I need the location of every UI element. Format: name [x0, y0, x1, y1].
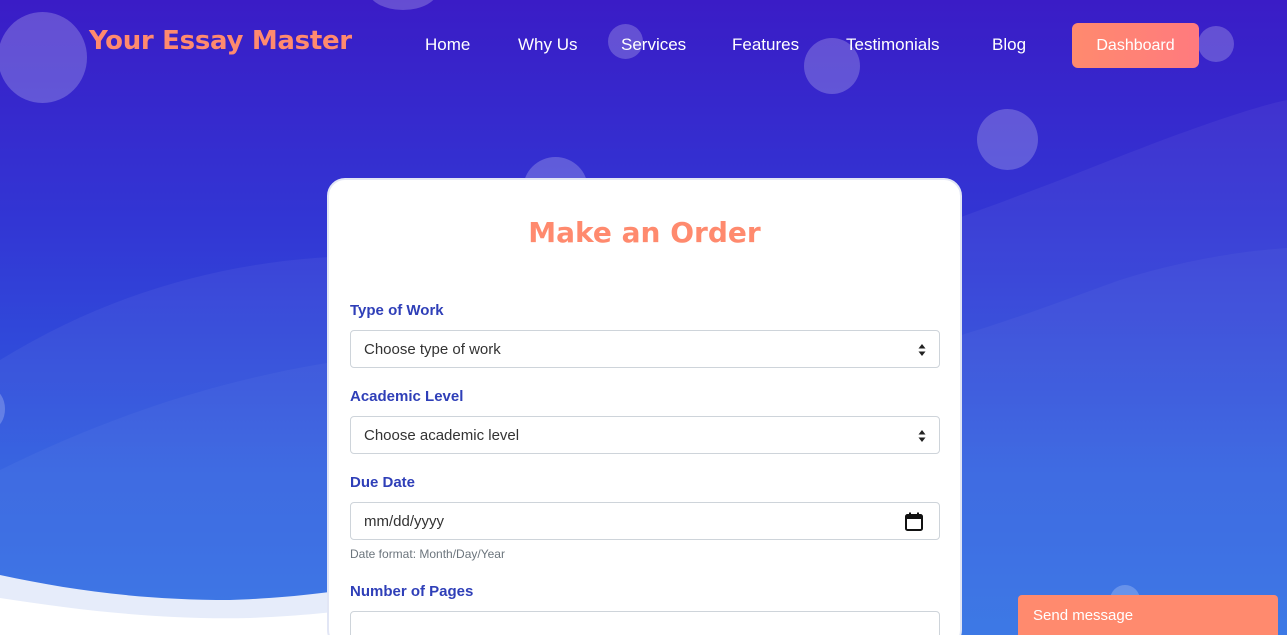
due-date-placeholder: mm/dd/yyyy: [364, 512, 445, 530]
nav-link-services[interactable]: Services: [621, 35, 686, 55]
dashboard-button[interactable]: Dashboard: [1072, 23, 1199, 68]
order-form-title: Make an Order: [528, 216, 761, 249]
academic-level-value: Choose academic level: [364, 426, 520, 444]
nav-link-features[interactable]: Features: [732, 35, 799, 55]
due-date-input[interactable]: mm/dd/yyyy: [350, 502, 940, 540]
select-arrows-icon: [918, 344, 926, 356]
nav-link-blog[interactable]: Blog: [992, 35, 1026, 55]
due-date-hint: Date format: Month/Day/Year: [350, 547, 505, 561]
send-message-widget[interactable]: Send message: [1018, 595, 1278, 635]
due-date-label: Due Date: [350, 474, 416, 491]
number-of-pages-input[interactable]: [350, 611, 940, 635]
type-of-work-value: Choose type of work: [364, 340, 501, 358]
academic-level-select[interactable]: Choose academic level: [350, 416, 940, 454]
nav-link-why-us[interactable]: Why Us: [518, 35, 578, 55]
nav-link-testimonials[interactable]: Testimonials: [846, 35, 940, 55]
number-of-pages-label: Number of Pages: [350, 583, 474, 600]
order-form-card: Make an Order Type of Work Choose type o…: [327, 178, 962, 635]
type-of-work-select[interactable]: Choose type of work: [350, 330, 940, 368]
nav-link-home[interactable]: Home: [425, 35, 470, 55]
select-arrows-icon: [918, 430, 926, 442]
academic-level-label: Academic Level: [350, 388, 464, 405]
type-of-work-label: Type of Work: [350, 302, 444, 319]
calendar-icon[interactable]: [905, 512, 923, 531]
